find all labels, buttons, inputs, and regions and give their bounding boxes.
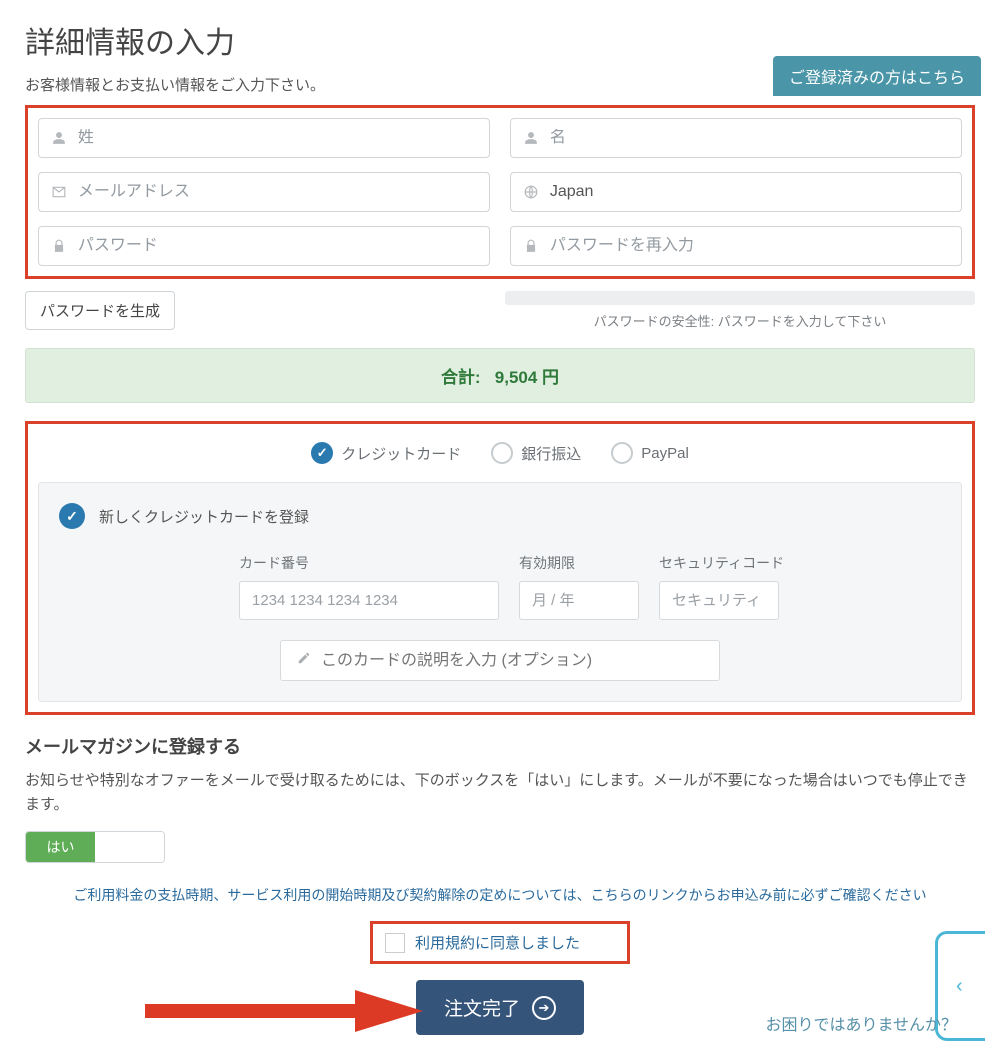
email-field-wrap (38, 172, 490, 212)
newsletter-desc: お知らせや特別なオファーをメールで受け取るためには、下のボックスを「はい」にしま… (25, 769, 975, 817)
card-description-wrap (280, 640, 720, 681)
password-input[interactable] (78, 237, 477, 255)
card-description-input[interactable] (321, 652, 703, 670)
toggle-yes: はい (26, 832, 95, 862)
check-circle-icon: ✓ (59, 503, 85, 529)
globe-icon (523, 185, 540, 199)
password-confirm-field-wrap (510, 226, 962, 266)
payment-radio-credit[interactable]: クレジットカード (311, 442, 461, 464)
radio-icon (611, 442, 633, 464)
payment-label-bank: 銀行振込 (521, 443, 581, 464)
total-amount: 9,504 円 (495, 368, 559, 387)
person-icon (523, 131, 540, 145)
envelope-icon (51, 185, 68, 199)
last-name-input[interactable] (78, 129, 477, 147)
payment-radio-bank[interactable]: 銀行振込 (491, 442, 581, 464)
password-strength-bar (505, 291, 975, 305)
annotation-arrow-icon (145, 986, 425, 1036)
card-cvv-label: セキュリティコード (659, 553, 784, 573)
credit-card-panel: ✓ 新しくクレジットカードを登録 カード番号 有効期限 セキュリティコード (38, 482, 962, 702)
chevron-left-icon: ‹ (956, 975, 963, 998)
password-field-wrap (38, 226, 490, 266)
newsletter-toggle[interactable]: はい (25, 831, 165, 863)
payment-radio-paypal[interactable]: PayPal (611, 442, 689, 464)
last-name-field-wrap (38, 118, 490, 158)
radio-icon (491, 442, 513, 464)
card-number-label: カード番号 (239, 553, 499, 573)
submit-label: 注文完了 (444, 994, 520, 1021)
email-input[interactable] (78, 183, 477, 201)
total-bar: 合計: 9,504 円 (25, 348, 975, 403)
pencil-icon (297, 651, 311, 670)
toggle-off-side (95, 832, 164, 862)
password-strength-text: パスワードの安全性: パスワードを入力して下さい (505, 311, 975, 330)
customer-info-highlight (25, 105, 975, 279)
card-expiry-label: 有効期限 (519, 553, 639, 573)
card-number-input[interactable] (239, 581, 499, 620)
agree-highlight: 利用規約に同意しました (370, 921, 630, 964)
newsletter-title: メールマガジンに登録する (25, 733, 975, 759)
radio-checked-icon (311, 442, 333, 464)
submit-order-button[interactable]: 注文完了 ➔ (416, 980, 584, 1035)
payment-highlight: クレジットカード 銀行振込 PayPal ✓ 新しくクレジットカードを登録 カー… (25, 421, 975, 715)
lock-icon (51, 239, 68, 253)
country-select[interactable] (550, 183, 949, 201)
country-field-wrap[interactable] (510, 172, 962, 212)
first-name-input[interactable] (550, 129, 949, 147)
card-expiry-input[interactable] (519, 581, 639, 620)
total-label: 合計: (441, 368, 481, 387)
payment-label-credit: クレジットカード (341, 443, 461, 464)
already-registered-button[interactable]: ご登録済みの方はこちら (773, 56, 981, 96)
password-confirm-input[interactable] (550, 237, 949, 255)
arrow-right-circle-icon: ➔ (532, 996, 556, 1020)
terms-notice-link[interactable]: ご利用料金の支払時期、サービス利用の開始時期及び契約解除の定めについては、こちら… (25, 885, 975, 905)
agree-label[interactable]: 利用規約に同意しました (415, 932, 580, 953)
generate-password-button[interactable]: パスワードを生成 (25, 291, 175, 330)
first-name-field-wrap (510, 118, 962, 158)
payment-label-paypal: PayPal (641, 445, 689, 462)
register-new-card-label: 新しくクレジットカードを登録 (99, 506, 309, 527)
agree-checkbox[interactable] (385, 933, 405, 953)
card-cvv-input[interactable] (659, 581, 779, 620)
lock-icon (523, 239, 540, 253)
help-text[interactable]: お困りではありませんか？ (765, 1011, 957, 1035)
person-icon (51, 131, 68, 145)
